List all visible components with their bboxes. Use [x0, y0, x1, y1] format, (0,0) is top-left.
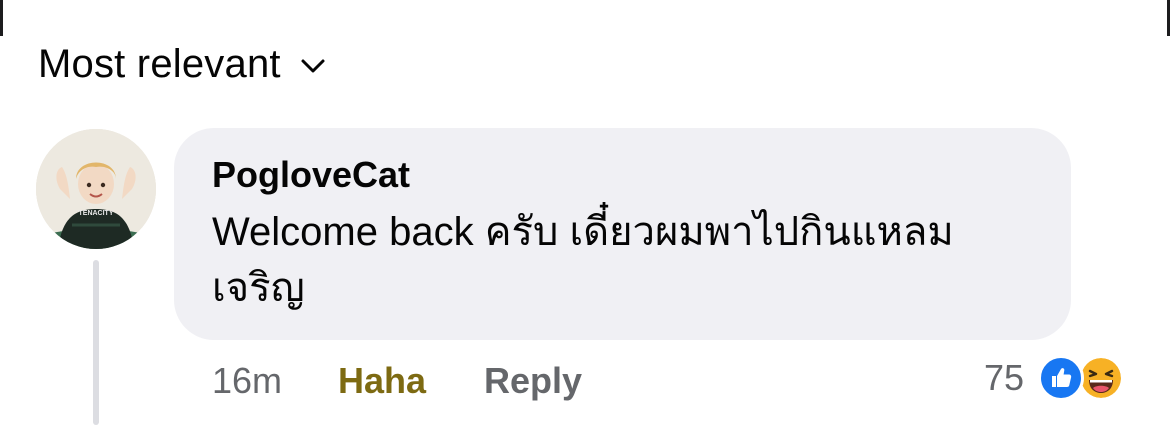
haha-icon: [1078, 355, 1125, 401]
sort-dropdown[interactable]: Most relevant: [38, 38, 327, 90]
card-top-edge: [0, 0, 1170, 36]
like-icon: [1038, 355, 1085, 401]
card-border: [0, 0, 1170, 36]
avatar-jersey-text: TENACITY: [79, 210, 114, 217]
comment-timestamp[interactable]: 16m: [212, 360, 338, 402]
chevron-down-icon: [299, 52, 327, 80]
sort-label: Most relevant: [38, 41, 281, 86]
avatar[interactable]: TENACITY: [36, 129, 156, 249]
reaction-count: 75: [984, 357, 1025, 398]
comment-actions: 16m Haha Reply: [212, 356, 582, 406]
comment-bubble: PogloveCat Welcome back ครับ เดี๋ยวผมพาไ…: [174, 128, 1071, 340]
comment-text: Welcome back ครับ เดี๋ยวผมพาไปกินแหลม เจ…: [212, 210, 954, 310]
haha-reaction-button[interactable]: Haha: [338, 360, 484, 402]
avatar-image: TENACITY: [36, 129, 156, 249]
thread-line: [93, 260, 99, 425]
reaction-summary[interactable]: 75: [984, 352, 1125, 404]
reply-button[interactable]: Reply: [484, 360, 582, 402]
comment-author[interactable]: PogloveCat: [212, 154, 1033, 196]
